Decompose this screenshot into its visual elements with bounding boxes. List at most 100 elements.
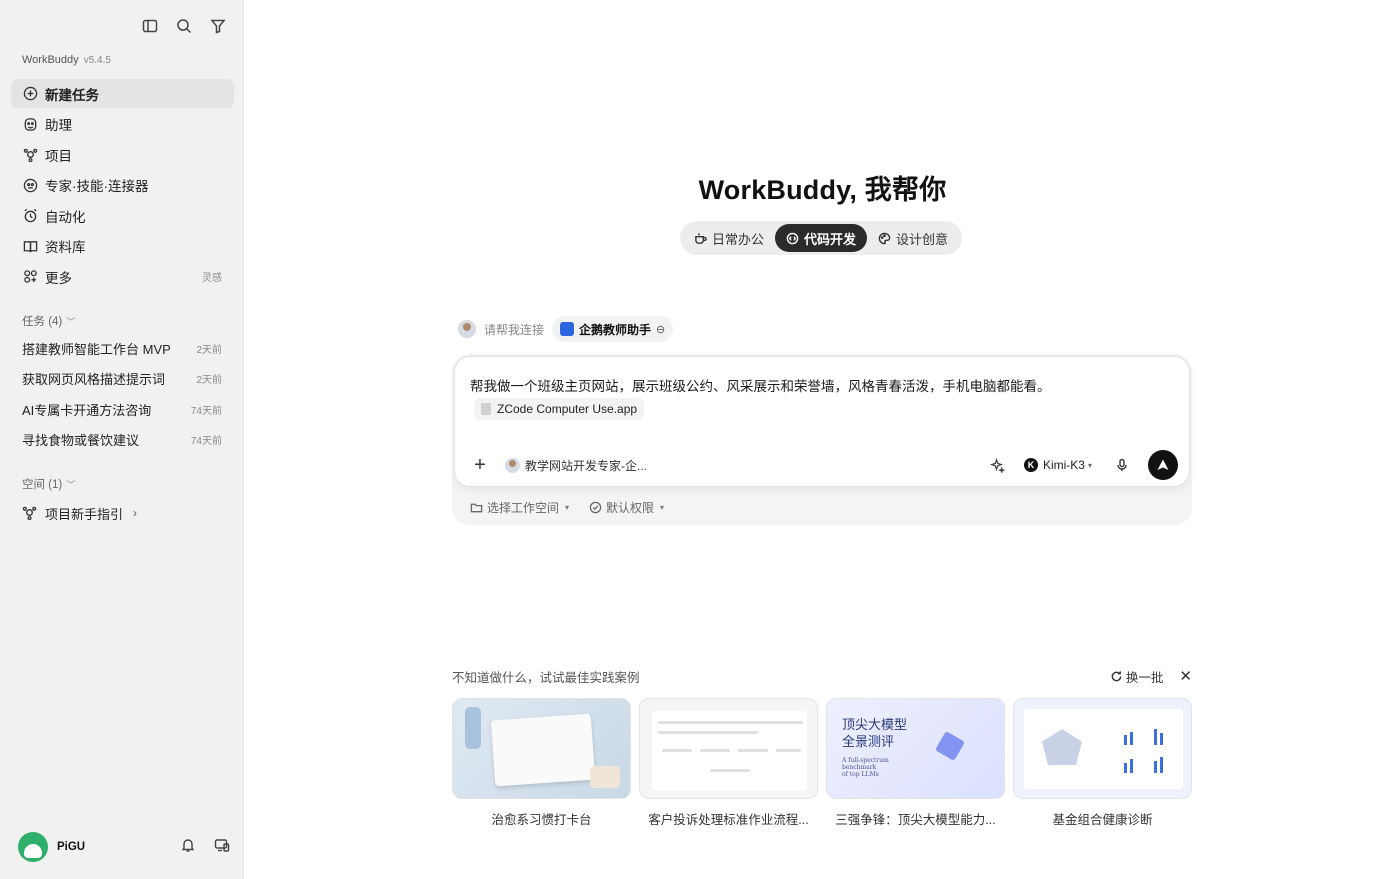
tab-daily-office[interactable]: 日常办公 bbox=[683, 224, 775, 252]
nav-label: 专家·技能·连接器 bbox=[45, 179, 149, 194]
alarm-clock-icon bbox=[22, 208, 38, 224]
example-card[interactable]: 客户投诉处理标准作业流程... bbox=[639, 698, 818, 828]
nav-label: 更多 bbox=[45, 270, 72, 286]
palette-icon bbox=[878, 232, 891, 244]
tasks-header-label: 任务 (4) bbox=[22, 316, 63, 328]
task-item[interactable]: 搭建教师智能工作台 MVP 2天前 bbox=[11, 333, 234, 364]
nav-label: 新建任务 bbox=[45, 87, 99, 103]
task-item[interactable]: AI专属卡开通方法咨询 74天前 bbox=[11, 394, 234, 425]
project-icon bbox=[22, 505, 38, 521]
connect-suggestion: 请帮我连接 企鹅教师助手 ⊖ bbox=[458, 316, 674, 342]
attachment-chip[interactable]: ZCode Computer Use.app bbox=[474, 398, 645, 420]
search-icon[interactable] bbox=[174, 16, 194, 36]
example-card[interactable]: 基金组合健康诊断 bbox=[1013, 698, 1192, 828]
tab-design[interactable]: 设计创意 bbox=[867, 224, 959, 252]
toggle-sidebar-icon[interactable] bbox=[140, 16, 160, 36]
task-time: 2天前 bbox=[196, 344, 222, 356]
microphone-icon[interactable] bbox=[1112, 455, 1132, 475]
close-icon[interactable]: ✕ bbox=[1179, 667, 1192, 685]
example-card[interactable]: 顶尖大模型 全景测评 A full-spectrum benchmark of … bbox=[826, 698, 1005, 828]
composer-container: 帮我做一个班级主页网站，展示班级公约、风采展示和荣誉墙，风格青春活泼，手机电脑都… bbox=[452, 354, 1192, 525]
send-button[interactable] bbox=[1148, 450, 1178, 480]
sparkle-icon[interactable] bbox=[988, 455, 1008, 475]
agent-selector[interactable]: 教学网站开发专家-企... bbox=[505, 457, 647, 474]
tab-label: 设计创意 bbox=[896, 231, 949, 247]
task-time: 74天前 bbox=[190, 405, 222, 417]
nav-new-task[interactable]: 新建任务 bbox=[11, 79, 234, 108]
refresh-label: 换一批 bbox=[1125, 670, 1164, 685]
composer-toolbar: + 教学网站开发专家-企... K Kimi-K3 ▾ bbox=[469, 449, 1178, 481]
nav-label: 项目 bbox=[45, 148, 72, 164]
thumbnail-title: 顶尖大模型 全景测评 bbox=[842, 718, 908, 750]
nav-more[interactable]: 更多 灵感 bbox=[11, 262, 234, 291]
connector-chip[interactable]: 企鹅教师助手 ⊖ bbox=[552, 316, 674, 342]
task-item[interactable]: 寻找食物或餐饮建议 74天前 bbox=[11, 425, 234, 456]
file-icon bbox=[481, 403, 491, 415]
user-bar-actions bbox=[180, 837, 230, 858]
avatar bbox=[505, 457, 520, 473]
chevron-down-icon: ▾ bbox=[660, 502, 665, 512]
user-bar: PiGU bbox=[18, 832, 230, 862]
app-version: v5.4.5 bbox=[83, 55, 111, 66]
plus-circle-icon bbox=[22, 86, 38, 102]
model-name: Kimi-K3 bbox=[1042, 458, 1085, 472]
tab-label: 代码开发 bbox=[804, 231, 857, 247]
nav-assistant[interactable]: 助理 bbox=[11, 110, 234, 139]
nav-more-suffix: 灵感 bbox=[202, 273, 222, 284]
username: PiGU bbox=[57, 841, 86, 853]
avatar[interactable] bbox=[18, 832, 48, 862]
main-area: WorkBuddy, 我帮你 日常办公 代码开发 设计创意 请帮我连接 企鹅教师… bbox=[245, 0, 1400, 879]
task-time: 74天前 bbox=[190, 436, 222, 448]
book-icon bbox=[22, 238, 38, 254]
permission-select[interactable]: 默认权限 ▾ bbox=[589, 499, 664, 516]
examples-title: 不知道做什么，试试最佳实践案例 bbox=[452, 670, 640, 685]
expert-icon bbox=[22, 177, 38, 193]
app-name-version: WorkBuddy v5.4.5 bbox=[22, 54, 111, 66]
refresh-button[interactable]: 换一批 bbox=[1110, 667, 1164, 686]
nav-label: 资料库 bbox=[45, 240, 86, 255]
task-title: AI专属卡开通方法咨询 bbox=[22, 402, 152, 418]
sidebar: WorkBuddy v5.4.5 新建任务 助理 项目 专家·技能·连接器 自动… bbox=[0, 0, 244, 879]
permission-label: 默认权限 bbox=[606, 500, 655, 515]
examples-header: 不知道做什么，试试最佳实践案例 换一批 ✕ bbox=[452, 666, 1192, 686]
nav-label: 助理 bbox=[45, 118, 72, 133]
add-button[interactable]: + bbox=[469, 454, 491, 476]
composer-actions: K Kimi-K3 ▾ bbox=[988, 450, 1178, 480]
spaces-section-header[interactable]: 空间 (1) ﹀ bbox=[22, 476, 75, 492]
space-item[interactable]: 项目新手指引 › bbox=[11, 499, 234, 527]
penguin-logo-icon bbox=[560, 322, 575, 336]
filter-icon[interactable] bbox=[208, 16, 228, 36]
chevron-down-icon: ▾ bbox=[1087, 460, 1092, 470]
nav-automation[interactable]: 自动化 bbox=[11, 201, 234, 230]
devices-icon[interactable] bbox=[214, 837, 230, 858]
example-thumbnail bbox=[1013, 698, 1192, 799]
composer[interactable]: 帮我做一个班级主页网站，展示班级公约、风采展示和荣誉墙，风格青春活泼，手机电脑都… bbox=[454, 356, 1190, 487]
refresh-icon bbox=[1111, 670, 1122, 681]
example-caption: 基金组合健康诊断 bbox=[1052, 813, 1153, 827]
workspace-select[interactable]: 选择工作空间 ▾ bbox=[470, 499, 569, 516]
example-cards: 治愈系习惯打卡台 客户投诉处理标准作业流程... 顶尖大模型 全景测评 A fu… bbox=[452, 698, 1193, 828]
tab-code-dev[interactable]: 代码开发 bbox=[775, 224, 868, 252]
task-time: 2天前 bbox=[196, 375, 222, 387]
model-selector[interactable]: K Kimi-K3 ▾ bbox=[1023, 458, 1092, 472]
code-icon bbox=[786, 232, 799, 244]
nav-library[interactable]: 资料库 bbox=[11, 232, 234, 261]
example-card[interactable]: 治愈系习惯打卡台 bbox=[452, 698, 631, 828]
example-caption: 三强争锋：顶尖大模型能力... bbox=[835, 813, 996, 827]
tab-label: 日常办公 bbox=[712, 231, 765, 247]
tasks-section-header[interactable]: 任务 (4) ﹀ bbox=[22, 313, 75, 329]
prompt-input[interactable]: 帮我做一个班级主页网站，展示班级公约、风采展示和荣誉墙，风格青春活泼，手机电脑都… bbox=[470, 375, 1174, 395]
example-thumbnail bbox=[639, 698, 818, 799]
grid-plus-icon bbox=[22, 269, 38, 285]
project-icon bbox=[22, 147, 38, 163]
app-name: WorkBuddy bbox=[22, 54, 79, 66]
bell-icon[interactable] bbox=[180, 837, 196, 858]
avatar bbox=[458, 320, 476, 338]
check-circle-icon bbox=[589, 501, 602, 513]
sidebar-toolbar bbox=[140, 16, 228, 36]
workspace-label: 选择工作空间 bbox=[487, 500, 560, 515]
task-title: 寻找食物或餐饮建议 bbox=[22, 433, 140, 449]
nav-experts[interactable]: 专家·技能·连接器 bbox=[11, 171, 234, 200]
task-item[interactable]: 获取网页风格描述提示词 2天前 bbox=[11, 364, 234, 395]
nav-project[interactable]: 项目 bbox=[11, 140, 234, 169]
